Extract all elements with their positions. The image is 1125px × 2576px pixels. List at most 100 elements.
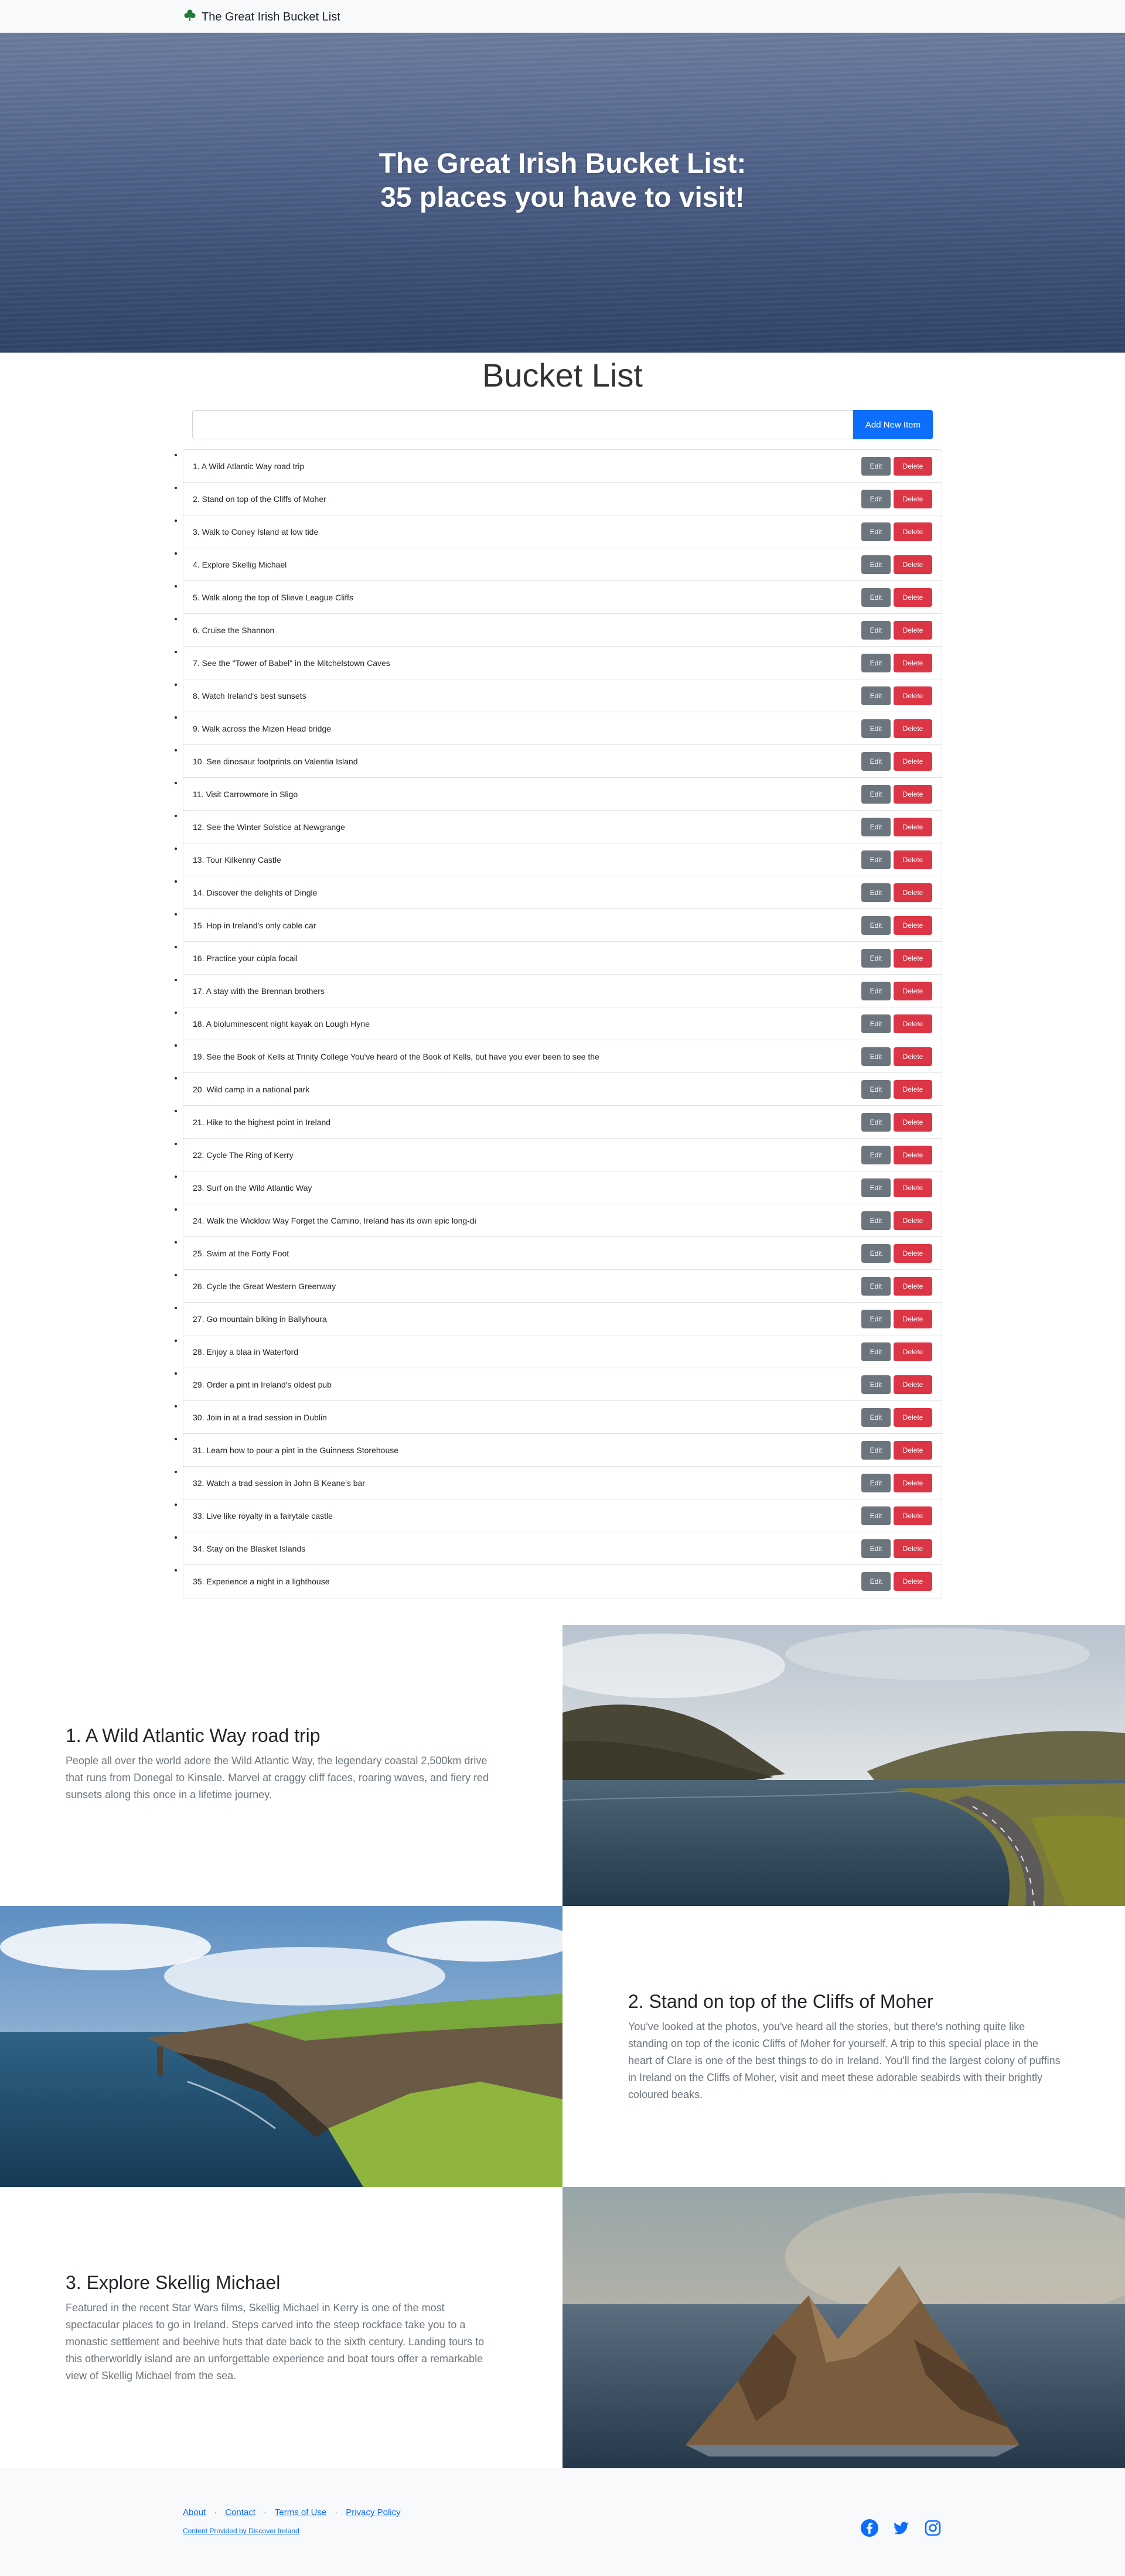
delete-button[interactable]: Delete [894, 522, 932, 541]
delete-button[interactable]: Delete [894, 1408, 932, 1427]
edit-button[interactable]: Edit [861, 1080, 891, 1099]
delete-button[interactable]: Delete [894, 588, 932, 607]
footer-link-contact[interactable]: Contact [225, 2507, 255, 2517]
delete-button[interactable]: Delete [894, 719, 932, 738]
edit-button[interactable]: Edit [861, 522, 891, 541]
delete-button[interactable]: Delete [894, 1178, 932, 1197]
edit-button[interactable]: Edit [861, 1539, 891, 1558]
list-item-text: 32. Watch a trad session in John B Keane… [193, 1478, 365, 1488]
delete-button[interactable]: Delete [894, 1146, 932, 1164]
edit-button[interactable]: Edit [861, 719, 891, 738]
hero-banner: The Great Irish Bucket List: 35 places y… [0, 33, 1125, 353]
footer-link-terms[interactable]: Terms of Use [275, 2507, 326, 2517]
delete-button[interactable]: Delete [894, 1080, 932, 1099]
list-item: 31. Learn how to pour a pint in the Guin… [183, 1434, 942, 1467]
edit-button[interactable]: Edit [861, 457, 891, 476]
brand-link[interactable]: The Great Irish Bucket List [183, 8, 340, 25]
delete-button[interactable]: Delete [894, 1277, 932, 1296]
edit-button[interactable]: Edit [861, 621, 891, 640]
list-item: 7. See the "Tower of Babel" in the Mitch… [183, 647, 942, 679]
list-item: 23. Surf on the Wild Atlantic Way EditDel… [183, 1171, 942, 1204]
delete-button[interactable]: Delete [894, 1211, 932, 1230]
delete-button[interactable]: Delete [894, 1342, 932, 1361]
edit-button[interactable]: Edit [861, 1014, 891, 1033]
list-item-text: 29. Order a pint in Ireland's oldest pub [193, 1380, 332, 1389]
delete-button[interactable]: Delete [894, 1310, 932, 1328]
edit-button[interactable]: Edit [861, 916, 891, 935]
footer-link-about[interactable]: About [183, 2507, 206, 2517]
edit-button[interactable]: Edit [861, 490, 891, 508]
edit-button[interactable]: Edit [861, 1113, 891, 1132]
edit-button[interactable]: Edit [861, 818, 891, 836]
list-item: 32. Watch a trad session in John B Keane… [183, 1467, 942, 1499]
footer: About · Contact · Terms of Use · Privacy… [0, 2468, 1125, 2576]
edit-button[interactable]: Edit [861, 752, 891, 771]
delete-button[interactable]: Delete [894, 1047, 932, 1066]
facebook-icon[interactable] [860, 2519, 879, 2537]
list-item: 28. Enjoy a blaa in Waterford EditDelete [183, 1335, 942, 1368]
edit-button[interactable]: Edit [861, 850, 891, 869]
edit-button[interactable]: Edit [861, 1047, 891, 1066]
list-item: 3. Walk to Coney Island at low tide EditD… [183, 515, 942, 548]
edit-button[interactable]: Edit [861, 1408, 891, 1427]
edit-button[interactable]: Edit [861, 686, 891, 705]
list-item-text: 19. See the Book of Kells at Trinity Col… [193, 1052, 599, 1061]
edit-button[interactable]: Edit [861, 1506, 891, 1525]
list-item: 11. Visit Carrowmore in Sligo EditDelete [183, 778, 942, 811]
edit-button[interactable]: Edit [861, 555, 891, 574]
footer-credit-link[interactable]: Content Provided by Discover Ireland [183, 2527, 299, 2535]
delete-button[interactable]: Delete [894, 555, 932, 574]
edit-button[interactable]: Edit [861, 588, 891, 607]
list-item: 34. Stay on the Blasket Islands EditDelet… [183, 1532, 942, 1565]
edit-button[interactable]: Edit [861, 982, 891, 1000]
edit-button[interactable]: Edit [861, 1211, 891, 1230]
edit-button[interactable]: Edit [861, 1277, 891, 1296]
delete-button[interactable]: Delete [894, 1572, 932, 1591]
delete-button[interactable]: Delete [894, 850, 932, 869]
edit-button[interactable]: Edit [861, 1474, 891, 1492]
delete-button[interactable]: Delete [894, 883, 932, 902]
delete-button[interactable]: Delete [894, 457, 932, 476]
list-item-text: 7. See the "Tower of Babel" in the Mitch… [193, 658, 390, 668]
delete-button[interactable]: Delete [894, 1244, 932, 1263]
showcase-text: 1. A Wild Atlantic Way road trip People … [0, 1625, 562, 1906]
delete-button[interactable]: Delete [894, 1375, 932, 1394]
edit-button[interactable]: Edit [861, 785, 891, 804]
instagram-icon[interactable] [923, 2519, 942, 2537]
delete-button[interactable]: Delete [894, 1014, 932, 1033]
delete-button[interactable]: Delete [894, 1539, 932, 1558]
edit-button[interactable]: Edit [861, 1572, 891, 1591]
footer-link-privacy[interactable]: Privacy Policy [346, 2507, 400, 2517]
twitter-icon[interactable] [892, 2519, 911, 2537]
delete-button[interactable]: Delete [894, 949, 932, 968]
edit-button[interactable]: Edit [861, 1342, 891, 1361]
delete-button[interactable]: Delete [894, 752, 932, 771]
edit-button[interactable]: Edit [861, 654, 891, 672]
edit-button[interactable]: Edit [861, 1244, 891, 1263]
new-item-input[interactable] [192, 410, 853, 439]
edit-button[interactable]: Edit [861, 1441, 891, 1460]
delete-button[interactable]: Delete [894, 654, 932, 672]
delete-button[interactable]: Delete [894, 818, 932, 836]
edit-button[interactable]: Edit [861, 1375, 891, 1394]
edit-button[interactable]: Edit [861, 949, 891, 968]
delete-button[interactable]: Delete [894, 982, 932, 1000]
delete-button[interactable]: Delete [894, 621, 932, 640]
delete-button[interactable]: Delete [894, 916, 932, 935]
list-item: 20. Wild camp in a national park EditDele… [183, 1073, 942, 1106]
add-new-item-button[interactable]: Add New Item [853, 410, 933, 439]
list-item-text: 4. Explore Skellig Michael [193, 560, 287, 569]
delete-button[interactable]: Delete [894, 490, 932, 508]
edit-button[interactable]: Edit [861, 1310, 891, 1328]
edit-button[interactable]: Edit [861, 1146, 891, 1164]
edit-button[interactable]: Edit [861, 1178, 891, 1197]
delete-button[interactable]: Delete [894, 1474, 932, 1492]
delete-button[interactable]: Delete [894, 1506, 932, 1525]
footer-links: About · Contact · Terms of Use · Privacy… [183, 2507, 401, 2517]
delete-button[interactable]: Delete [894, 1441, 932, 1460]
delete-button[interactable]: Delete [894, 785, 932, 804]
edit-button[interactable]: Edit [861, 883, 891, 902]
delete-button[interactable]: Delete [894, 1113, 932, 1132]
navbar: The Great Irish Bucket List [0, 0, 1125, 33]
delete-button[interactable]: Delete [894, 686, 932, 705]
